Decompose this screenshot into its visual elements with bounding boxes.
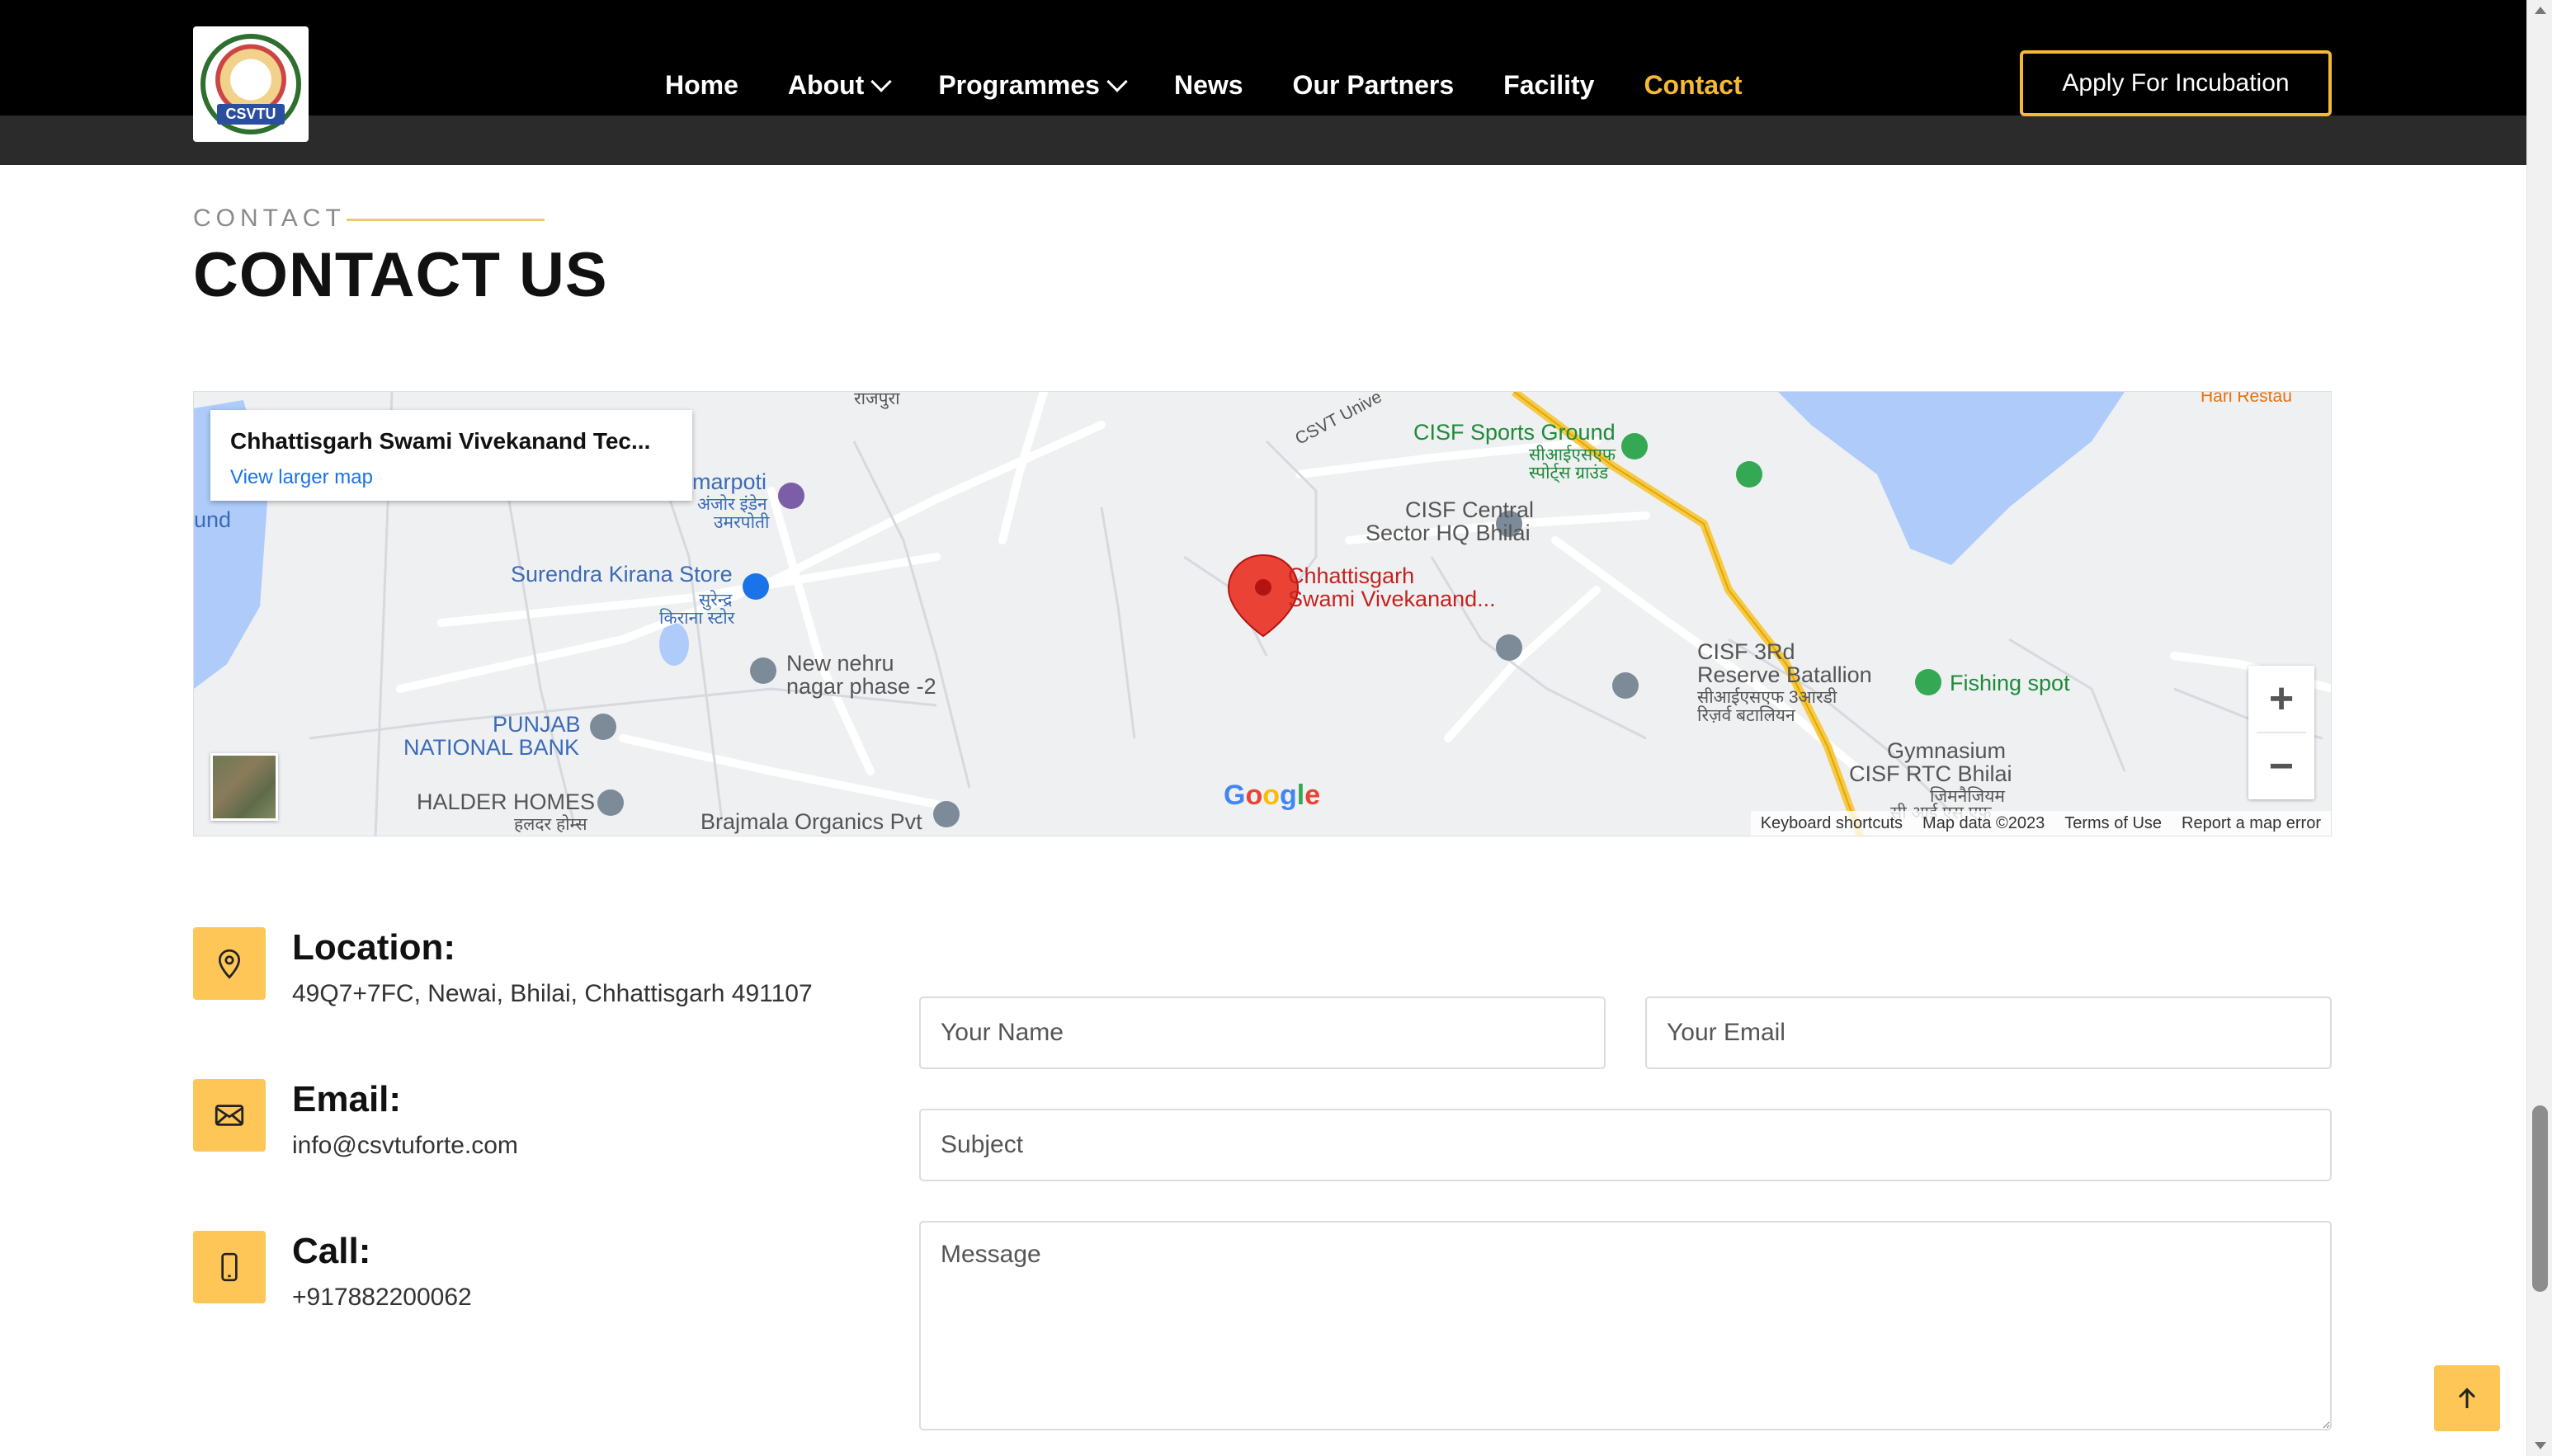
scroll-thumb[interactable] [2532, 1105, 2548, 1292]
nav-facility-label: Facility [1503, 69, 1595, 100]
map-label: किराना स्टोर [659, 609, 735, 628]
call-value[interactable]: +917882200062 [292, 1284, 472, 1312]
message-field[interactable] [919, 1221, 2332, 1430]
nav-home-label: Home [665, 69, 738, 100]
nav-facility[interactable]: Facility [1503, 70, 1594, 101]
site-header: CSVTU Home About Programmes News Our Par… [0, 0, 2526, 165]
nav-about[interactable]: About [787, 69, 893, 101]
section-divider [347, 219, 545, 221]
map-label[interactable]: Gymnasium [1887, 738, 2006, 764]
map-data-attribution: Map data ©2023 [1922, 813, 2045, 832]
section-label: CONTACT [193, 205, 346, 232]
site-logo[interactable]: CSVTU [193, 26, 309, 142]
nav-home[interactable]: Home [665, 70, 738, 101]
nav-news-label: News [1173, 69, 1243, 100]
chevron-down-icon [870, 71, 893, 92]
email-value[interactable]: info@csvtuforte.com [292, 1132, 518, 1160]
map-place-card: Chhattisgarh Swami Vivekanand Tec... Vie… [210, 410, 692, 501]
map-label[interactable]: HALDER HOMES [417, 789, 595, 815]
nav-programmes[interactable]: Programmes [938, 69, 1128, 101]
scroll-up-arrow[interactable] [2535, 7, 2546, 14]
google-logo: Google [1224, 780, 1321, 811]
arrow-up-icon [2458, 1388, 2476, 1408]
map-marker-label[interactable]: Chhattisgarh [1288, 563, 1414, 589]
location-title: Location: [292, 927, 455, 968]
location-pin-icon [193, 927, 266, 1000]
map-label[interactable]: CISF 3Rd [1697, 639, 1795, 665]
terms-of-use-link[interactable]: Terms of Use [2054, 814, 2172, 833]
logo-emblem: CSVTU [200, 34, 301, 134]
chevron-down-icon [1106, 71, 1128, 92]
nav-our-partners-label: Our Partners [1292, 69, 1455, 100]
map-label[interactable]: nagar phase -2 [786, 674, 936, 700]
subject-field[interactable] [919, 1109, 2332, 1181]
map-label: हलदर होम्स [514, 815, 587, 834]
map-label[interactable]: Sector HQ Bhilai [1366, 521, 1531, 546]
email-title: Email: [292, 1079, 402, 1119]
map-label[interactable]: Surendra Kirana Store [511, 562, 733, 587]
map-label[interactable]: New nehru [786, 651, 894, 676]
page-title: CONTACT US [193, 240, 608, 310]
satellite-view-toggle[interactable] [210, 753, 278, 821]
nav-about-label: About [787, 69, 865, 100]
phone-icon [193, 1231, 266, 1303]
nav-our-partners[interactable]: Our Partners [1293, 70, 1455, 101]
map-zoom-control: + − [2248, 666, 2314, 799]
map-place-title: Chhattisgarh Swami Vivekanand Tec... [230, 428, 651, 454]
map-label[interactable]: Fishing spot [1950, 671, 2070, 696]
map-footer: Keyboard shortcuts Map data ©2023 Terms … [1750, 811, 2331, 836]
map-label[interactable]: NATIONAL BANK [403, 735, 579, 761]
apply-for-incubation-button[interactable]: Apply For Incubation [2020, 50, 2332, 116]
map-label[interactable]: Brajmala Organics Pvt [701, 809, 922, 835]
location-value: 49Q7+7FC, Newai, Bhilai, Chhattisgarh 49… [292, 980, 813, 1007]
map-label: und [194, 507, 232, 532]
main-nav: Home About Programmes News Our Partners … [665, 58, 1792, 112]
keyboard-shortcuts-link[interactable]: Keyboard shortcuts [1751, 814, 1913, 833]
back-to-top-button[interactable] [2434, 1365, 2500, 1431]
map-label: राजपुरा [854, 391, 900, 408]
embedded-map[interactable]: Chhattisgarh Swami Vivekanand Tec... Vie… [193, 391, 2332, 836]
nav-contact[interactable]: Contact [1644, 70, 1742, 101]
map-marker-label[interactable]: Swami Vivekanand... [1288, 587, 1496, 612]
navbar: CSVTU Home About Programmes News Our Par… [0, 0, 2526, 142]
view-larger-map-link[interactable]: View larger map [230, 466, 672, 489]
zoom-in-button[interactable]: + [2248, 666, 2314, 732]
map-label[interactable]: PUNJAB [493, 712, 581, 737]
nav-news[interactable]: News [1174, 70, 1243, 101]
report-map-error-link[interactable]: Report a map error [2172, 814, 2331, 833]
map-label[interactable]: CISF RTC Bhilai [1849, 761, 2012, 787]
map-label[interactable]: CISF Sports Ground [1413, 420, 1616, 445]
map-label[interactable]: Reserve Batallion [1697, 662, 1872, 688]
map-label: उमरपोती [714, 513, 770, 532]
zoom-out-button[interactable]: − [2248, 733, 2314, 799]
map-label: स्पोर्ट्स ग्राउंड [1529, 464, 1609, 483]
email-field[interactable] [1645, 997, 2332, 1069]
name-field[interactable] [919, 997, 1606, 1069]
map-label[interactable]: CISF Central [1405, 497, 1534, 523]
map-label: रिज़र्व बटालियन [1697, 706, 1795, 725]
map-label: Hari Restau [2201, 391, 2292, 406]
nav-contact-label: Contact [1644, 69, 1743, 100]
page-scrollbar[interactable] [2526, 0, 2552, 1456]
map-label[interactable]: marpoti [692, 469, 767, 495]
scroll-down-arrow[interactable] [2535, 1442, 2546, 1449]
nav-programmes-label: Programmes [938, 69, 1100, 100]
logo-text: CSVTU [217, 104, 285, 125]
call-title: Call: [292, 1231, 371, 1271]
envelope-icon [193, 1079, 266, 1152]
